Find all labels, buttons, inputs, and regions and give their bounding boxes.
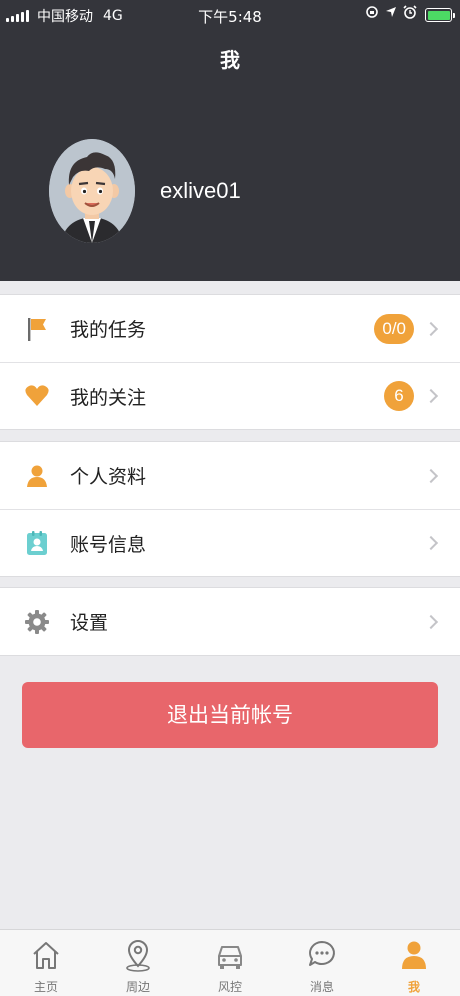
location-arrow-icon: [385, 6, 397, 24]
profile-header: 中国移动 4G 下午5:48 我 exlive01: [0, 0, 460, 281]
tab-label: 我: [407, 980, 420, 994]
task-count-badge: 0/0: [374, 313, 414, 344]
menu-item-label: 账号信息: [70, 533, 147, 556]
location-pin-icon: [126, 940, 150, 972]
avatar-illustration-icon: [49, 139, 135, 243]
chevron-right-icon: [423, 321, 439, 336]
tab-label: 周边: [125, 980, 150, 994]
page-title: 我: [220, 48, 240, 72]
menu-section-settings: 设置: [0, 587, 460, 656]
tab-risk-control[interactable]: 风控: [184, 930, 276, 996]
car-icon: [218, 946, 242, 969]
avatar[interactable]: [49, 139, 135, 243]
gear-icon: [24, 609, 50, 635]
menu-item-label: 我的关注: [70, 386, 147, 409]
status-right: [359, 5, 455, 25]
home-icon: [33, 942, 59, 969]
logout-button[interactable]: 退出当前帐号: [22, 682, 438, 748]
tab-label: 消息: [309, 980, 334, 994]
tab-nearby[interactable]: 周边: [92, 930, 184, 996]
person-icon: [24, 463, 50, 489]
battery-icon: [425, 8, 455, 22]
chevron-right-icon: [423, 535, 439, 551]
tab-me[interactable]: 我: [368, 930, 460, 996]
chevron-right-icon: [423, 468, 439, 483]
menu-item-account-info[interactable]: 账号信息: [0, 509, 460, 576]
tab-bar: 主页 周边 风控 消息 我: [0, 929, 460, 996]
menu-section-account: 个人资料 账号信息: [0, 441, 460, 577]
menu-item-label: 个人资料: [70, 466, 147, 488]
follow-count-badge: 6: [384, 381, 414, 411]
menu-item-settings[interactable]: 设置: [0, 588, 460, 655]
status-bar: 中国移动 4G 下午5:48: [0, 0, 460, 30]
alarm-icon: [403, 5, 417, 25]
heart-icon: [24, 383, 50, 409]
chevron-right-icon: [423, 614, 439, 629]
chevron-right-icon: [423, 388, 439, 404]
menu-item-profile[interactable]: 个人资料: [0, 442, 460, 509]
menu-section-tasks: 我的任务 0/0 我的关注 6: [0, 294, 460, 430]
rotation-lock-icon: [365, 5, 379, 25]
tab-home[interactable]: 主页: [0, 930, 92, 996]
flag-icon: [24, 316, 50, 342]
tab-label: 主页: [33, 980, 58, 994]
user-icon: [402, 941, 426, 969]
id-card-icon: [24, 530, 50, 556]
menu-item-my-tasks[interactable]: 我的任务 0/0: [0, 295, 460, 362]
tab-label: 风控: [217, 980, 242, 994]
username: exlive01: [160, 178, 241, 203]
menu-item-label: 设置: [70, 612, 109, 634]
menu-item-my-follows[interactable]: 我的关注 6: [0, 362, 460, 429]
menu-item-label: 我的任务: [70, 319, 147, 341]
tab-messages[interactable]: 消息: [276, 930, 368, 996]
message-icon: [309, 941, 335, 966]
